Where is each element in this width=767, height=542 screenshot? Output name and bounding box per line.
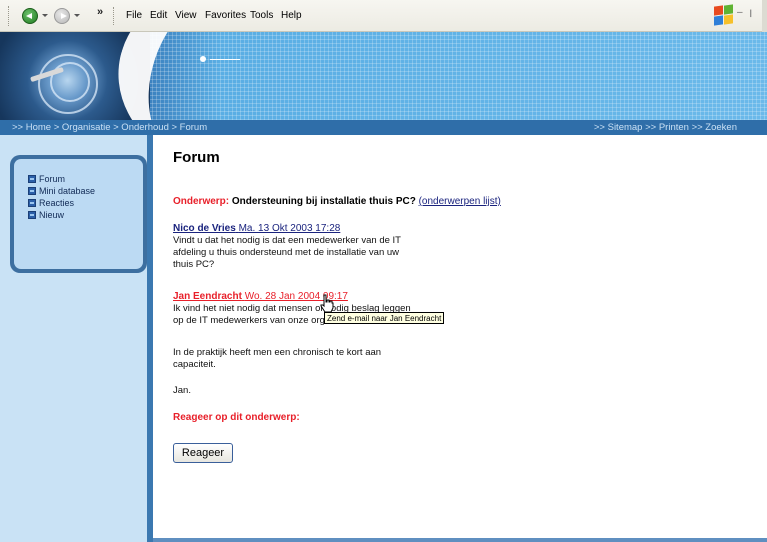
sidebar-item-reacties[interactable]: Reacties (28, 197, 143, 209)
sidebar-item-nieuw[interactable]: Nieuw (28, 209, 143, 221)
sidebar-item-label: Mini database (39, 186, 96, 196)
page-icon (28, 175, 36, 183)
toolbar-chevron[interactable]: » (97, 6, 103, 18)
sidebar-panel: Forum Mini database Reacties Nieuw (10, 155, 147, 273)
back-icon[interactable] (22, 8, 38, 24)
banner-swoosh (96, 32, 320, 120)
sidebar: Forum Mini database Reacties Nieuw (0, 135, 153, 542)
menu-file[interactable]: File (126, 10, 142, 21)
page-title: Forum (173, 149, 220, 166)
forward-icon[interactable] (54, 8, 70, 24)
header-banner (0, 32, 767, 120)
breadcrumb[interactable]: >> Home > Organisatie > Onderhoud > Foru… (12, 122, 207, 133)
page-icon (28, 187, 36, 195)
post-body: In de praktijk heeft men een chronisch t… (173, 347, 382, 370)
main-content: Forum Onderwerp: Ondersteuning bij insta… (173, 135, 767, 542)
reply-heading: Reageer op dit onderwerp: (173, 412, 300, 423)
post-author: Jan Eendracht (173, 291, 242, 302)
menu-help[interactable]: Help (281, 10, 302, 21)
navigation-bar: >> Home > Organisatie > Onderhoud > Foru… (0, 120, 767, 135)
subject-text: Ondersteuning bij installatie thuis PC? (231, 196, 416, 207)
banner-line (210, 59, 240, 60)
post-signature: Jan. (173, 385, 191, 396)
sidebar-item-forum[interactable]: Forum (28, 173, 143, 185)
toolbar-separator (113, 7, 114, 25)
forward-dropdown-icon[interactable] (74, 14, 80, 17)
menu-tools[interactable]: Tools (250, 10, 273, 21)
page-icon (28, 199, 36, 207)
post-body: Vindt u dat het nodig is dat een medewer… (173, 235, 401, 270)
sidebar-item-label: Forum (39, 174, 66, 184)
menu-favorites[interactable]: Favorites (205, 10, 246, 21)
browser-toolbar: » File Edit View Favorites Tools Help – … (0, 0, 767, 32)
utility-links[interactable]: >> Sitemap >> Printen >> Zoeken (594, 122, 737, 133)
post-header-link[interactable]: Nico de Vries Ma. 13 Okt 2003 17:28 (173, 223, 340, 234)
back-dropdown-icon[interactable] (42, 14, 48, 17)
sidebar-item-mini-database[interactable]: Mini database (28, 185, 143, 197)
footer-bar (153, 538, 767, 542)
topics-list-link[interactable]: (onderwerpen lijst) (419, 196, 501, 207)
page-icon (28, 211, 36, 219)
sidebar-divider (147, 135, 153, 542)
toolbar-grip (8, 6, 10, 26)
email-tooltip: Zend e-mail naar Jan Eendracht (324, 312, 445, 324)
subject-line: Onderwerp: Ondersteuning bij installatie… (173, 196, 501, 207)
banner-dot (200, 56, 206, 62)
sidebar-item-label: Nieuw (39, 210, 65, 220)
windows-logo-icon (712, 3, 734, 27)
menu-edit[interactable]: Edit (150, 10, 167, 21)
reply-button[interactable]: Reageer (173, 443, 233, 463)
hand-cursor-icon (320, 294, 334, 312)
sidebar-item-label: Reacties (39, 198, 75, 208)
subject-label: Onderwerp: (173, 196, 230, 207)
post-date: Ma. 13 Okt 2003 17:28 (238, 223, 341, 234)
menu-view[interactable]: View (175, 10, 197, 21)
window-controls[interactable]: – ꞁ (737, 7, 754, 18)
window-edge (762, 0, 767, 32)
post-author: Nico de Vries (173, 223, 236, 234)
